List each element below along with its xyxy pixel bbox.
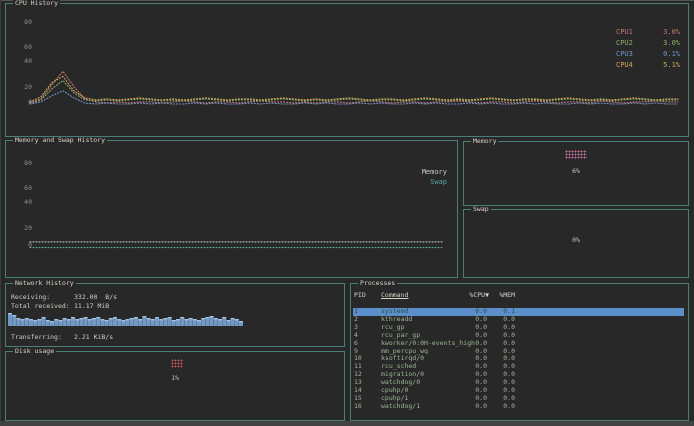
- cpu4-legend-label: CPU4: [616, 61, 646, 70]
- memory-swap-chart: [6, 141, 455, 275]
- swap-percent-value: 0%: [464, 236, 688, 244]
- process-cpu: 0.0: [457, 340, 487, 348]
- cpu-legend-row: CPU45.1%: [616, 61, 680, 72]
- memory-gauge-title: Memory: [471, 138, 498, 145]
- swap-gauge-title: Swap: [471, 206, 491, 213]
- cpu-legend-row: CPU13.0%: [616, 28, 680, 39]
- cpu-legend: CPU13.0% CPU23.0% CPU30.1% CPU45.1%: [616, 28, 680, 72]
- transferring-value: 2.21 KiB/s: [74, 333, 113, 341]
- processes-title: Processes: [358, 280, 397, 287]
- disk-usage-title: Disk usage: [13, 348, 56, 355]
- process-row[interactable]: 16watchdog/1 0.00.0: [353, 403, 684, 411]
- process-cpu: 0.0: [457, 403, 487, 411]
- memory-percent-value: 6%: [464, 167, 688, 175]
- network-receiving-sparkline: [8, 311, 248, 327]
- process-mem: 0.0: [489, 340, 515, 348]
- network-history-title: Network History: [13, 280, 76, 287]
- transferring-row: Transferring:2.21 KiB/s: [11, 334, 113, 341]
- process-command: watchdog/1: [381, 403, 420, 411]
- cpu-legend-row: CPU23.0%: [616, 39, 680, 50]
- process-mem: 0.0: [489, 403, 515, 411]
- window-edge-left: [0, 0, 1, 426]
- cpu2-legend-label: CPU2: [616, 39, 646, 48]
- receiving-row: Receiving:332.00 B/s: [11, 294, 117, 301]
- total-received-label: Total received:: [11, 303, 74, 310]
- swap-gauge-panel: Swap 0%: [463, 209, 689, 278]
- total-received-row: Total received:11.17 MiB: [11, 303, 109, 310]
- disk-usage-panel: Disk usage 1%: [5, 351, 345, 421]
- memswap-legend: Memory Swap: [422, 168, 447, 188]
- memory-legend-label: Memory: [422, 168, 447, 176]
- cpu4-legend-value: 5.1%: [646, 61, 680, 70]
- cpu2-legend-value: 3.0%: [646, 39, 680, 48]
- total-received-value: 11.17 MiB: [74, 302, 109, 310]
- processes-panel: Processes PID Command %CPU▼ %MEM 1system…: [350, 283, 689, 421]
- cpu-history-chart: [6, 4, 686, 134]
- memory-gauge-dots: [565, 150, 587, 159]
- column-header-command[interactable]: Command: [381, 292, 408, 299]
- process-pid: 6: [354, 340, 378, 348]
- memswap-legend-row: Swap: [422, 178, 447, 188]
- cpu-legend-row: CPU30.1%: [616, 50, 680, 61]
- window-edge-bottom: [0, 421, 694, 426]
- receiving-label: Receiving:: [11, 294, 74, 301]
- memory-gauge-panel: Memory 6%: [463, 141, 689, 206]
- receiving-value: 332.00 B/s: [74, 293, 117, 301]
- cpu1-legend-value: 3.0%: [646, 28, 680, 37]
- system-monitor-screen: CPU History 80 60 40 20 0 CPU13.0% CPU23…: [0, 0, 694, 426]
- memswap-legend-row: Memory: [422, 168, 447, 178]
- column-header-pid[interactable]: PID: [354, 292, 366, 299]
- process-table-header: PID Command %CPU▼ %MEM: [353, 292, 684, 300]
- transferring-label: Transferring:: [11, 334, 74, 341]
- column-header-cpu[interactable]: %CPU▼: [455, 292, 489, 299]
- disk-gauge-dots: [171, 359, 183, 368]
- swap-legend-label: Swap: [430, 178, 447, 186]
- process-pid: 16: [354, 403, 378, 411]
- cpu1-legend-label: CPU1: [616, 28, 646, 37]
- disk-percent-value: 1%: [6, 374, 344, 382]
- column-header-mem[interactable]: %MEM: [489, 292, 515, 299]
- cpu-history-panel: CPU History 80 60 40 20 0 CPU13.0% CPU23…: [5, 3, 689, 137]
- cpu3-legend-label: CPU3: [616, 50, 646, 59]
- window-edge-top: [0, 0, 694, 1]
- cpu3-legend-value: 0.1%: [646, 50, 680, 59]
- network-history-panel: Network History Receiving:332.00 B/s Tot…: [5, 283, 345, 347]
- process-table-body: 1systemd0.00.12kthreadd0.00.03rcu_gp0.00…: [353, 308, 684, 418]
- memory-swap-history-panel: Memory and Swap History 80 60 40 20 0 Me…: [5, 140, 458, 278]
